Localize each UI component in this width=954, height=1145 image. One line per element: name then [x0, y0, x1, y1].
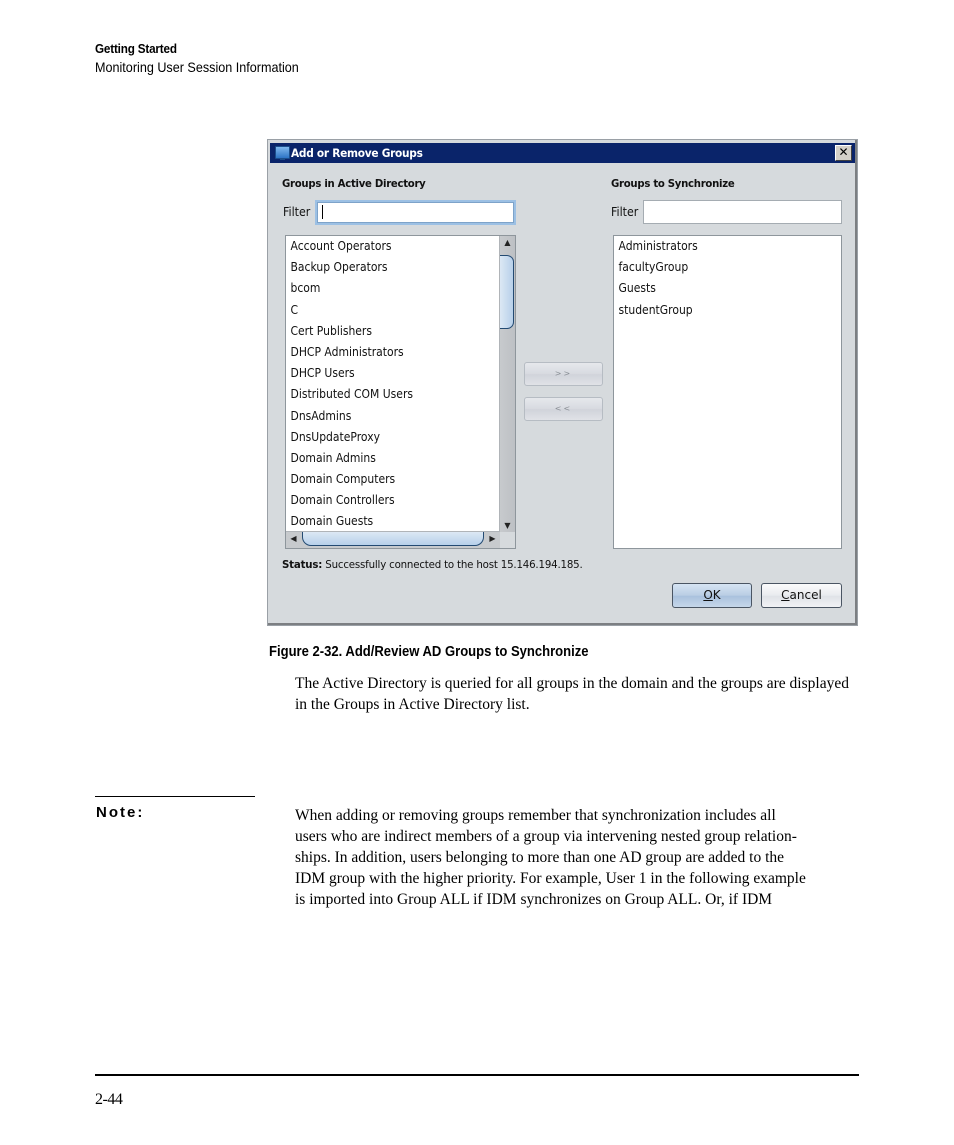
add-group-button[interactable]: >>	[524, 362, 603, 386]
ad-group-list-item[interactable]: Domain Guests	[286, 511, 492, 532]
note-line: users who are indirect members of a grou…	[295, 828, 797, 845]
close-button[interactable]: ✕	[835, 145, 852, 161]
scrollbar-corner	[500, 532, 515, 548]
ad-groups-list[interactable]: Account Operators Backup Operators bcom C Ce…	[285, 235, 516, 549]
sync-group-list-item[interactable]: facultyGroup	[614, 257, 818, 278]
ad-group-list-item[interactable]: DHCP Administrators	[286, 342, 492, 363]
note-line: is imported into Group ALL if IDM synchr…	[295, 891, 773, 908]
sync-group-list-item[interactable]: Administrators	[614, 236, 818, 257]
vertical-scrollbar[interactable]: ▲ ▼	[499, 236, 515, 532]
ad-group-list-item[interactable]: bcom	[286, 278, 492, 299]
ok-label-rest: K	[712, 588, 721, 602]
add-remove-groups-dialog: Add or Remove Groups ✕ Groups in Active …	[267, 139, 858, 626]
note-line: When adding or removing groups remember …	[295, 807, 776, 824]
ad-group-list-item[interactable]: C	[286, 300, 492, 321]
ad-group-list-item[interactable]: Backup Operators	[286, 257, 492, 278]
horizontal-scroll-thumb[interactable]	[302, 532, 484, 546]
scroll-down-arrow-icon[interactable]: ▼	[500, 521, 515, 530]
ad-group-list-item[interactable]: Cert Publishers	[286, 321, 492, 342]
ad-group-list-item[interactable]: Account Operators	[286, 236, 492, 257]
left-filter-input[interactable]	[315, 200, 516, 225]
cancel-label-rest: ancel	[789, 588, 822, 602]
ad-group-list-item[interactable]: DnsUpdateProxy	[286, 427, 492, 448]
groups-in-ad-label: Groups in Active Directory	[282, 177, 426, 190]
note-divider	[95, 796, 255, 797]
page-number: 2-44	[95, 1091, 123, 1108]
cancel-mnemonic: C	[781, 588, 790, 602]
section-title: Monitoring User Session Information	[95, 59, 299, 75]
text-caret	[322, 205, 323, 219]
ad-group-list-item[interactable]: Domain Admins	[286, 448, 492, 469]
dialog-titlebar[interactable]: Add or Remove Groups ✕	[270, 143, 855, 163]
vertical-scroll-thumb[interactable]	[500, 255, 514, 329]
sync-groups-items: Administrators facultyGroup Guests studentG…	[614, 236, 841, 321]
groups-to-sync-label: Groups to Synchronize	[611, 177, 735, 190]
ok-button[interactable]: OK	[672, 583, 752, 608]
note-line: IDM group with the higher priority. For …	[295, 870, 806, 887]
status-label: Status:	[282, 558, 323, 571]
note-line: ships. In addition, users belonging to m…	[295, 849, 785, 866]
remove-group-button[interactable]: <<	[524, 397, 603, 421]
left-filter-label: Filter	[283, 205, 311, 219]
cancel-button[interactable]: Cancel	[761, 583, 842, 608]
ad-group-list-item[interactable]: Domain Computers	[286, 469, 492, 490]
sync-group-list-item[interactable]: Guests	[614, 278, 818, 299]
footer-divider	[95, 1074, 859, 1076]
figure-caption: Figure 2-32. Add/Review AD Groups to Syn…	[269, 644, 589, 660]
scroll-right-arrow-icon[interactable]: ▶	[485, 534, 500, 543]
ad-group-list-item[interactable]: DnsAdmins	[286, 406, 492, 427]
dialog-title: Add or Remove Groups	[291, 146, 423, 160]
ad-group-list-item[interactable]: Domain Controllers	[286, 490, 492, 511]
ad-group-list-item[interactable]: DHCP Users	[286, 363, 492, 384]
right-filter-label: Filter	[611, 205, 639, 219]
note-label: Note:	[96, 804, 145, 821]
status-line: Status: Successfully connected to the ho…	[282, 558, 583, 571]
ad-groups-items: Account Operators Backup Operators bcom C Ce…	[286, 236, 515, 533]
status-text: Successfully connected to the host 15.14…	[322, 558, 583, 571]
sync-groups-list[interactable]: Administrators facultyGroup Guests studentG…	[613, 235, 842, 549]
sync-group-list-item[interactable]: studentGroup	[614, 300, 818, 321]
ad-group-list-item[interactable]: Distributed COM Users	[286, 384, 492, 405]
monitor-icon	[275, 146, 290, 160]
scroll-up-arrow-icon[interactable]: ▲	[500, 238, 515, 247]
horizontal-scrollbar[interactable]: ◀ ▶	[286, 531, 500, 548]
chapter-title: Getting Started	[95, 41, 177, 56]
right-filter-input[interactable]	[643, 200, 842, 224]
scroll-left-arrow-icon[interactable]: ◀	[286, 534, 301, 543]
body-paragraph: The Active Directory is queried for all …	[295, 675, 849, 713]
note-body: When adding or removing groups remember …	[295, 805, 860, 910]
ok-mnemonic: O	[703, 588, 713, 602]
